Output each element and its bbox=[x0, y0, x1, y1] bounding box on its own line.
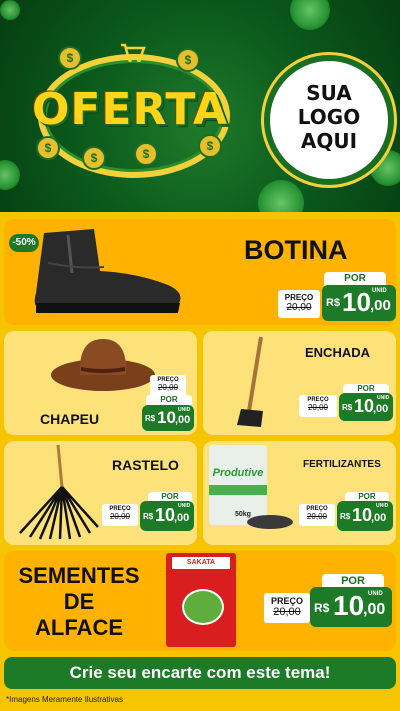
unit-label: UNID bbox=[377, 395, 390, 401]
old-price-box: PREÇO 20,00 bbox=[278, 290, 320, 318]
old-price-box: PREÇO 20,00 bbox=[299, 395, 337, 417]
product-name: ENCHADA bbox=[305, 345, 370, 360]
logo-text-line: SUA bbox=[306, 81, 352, 105]
price-decimal: ,00 bbox=[373, 403, 389, 415]
unit-label: UNID bbox=[372, 288, 387, 294]
price-integer: 10 bbox=[342, 287, 371, 317]
price-decimal: ,00 bbox=[363, 601, 386, 618]
old-price-box: PREÇO 20,00 bbox=[102, 504, 138, 526]
por-label: POR bbox=[146, 395, 192, 405]
old-price-box: PREÇO 20,00 bbox=[150, 375, 186, 397]
bag-brand: Produtive bbox=[212, 467, 264, 479]
shopping-cart-icon bbox=[121, 43, 146, 62]
seed-packet-image: SAKATA bbox=[166, 553, 236, 647]
preco-label: PREÇO bbox=[284, 293, 314, 302]
bokeh-light bbox=[290, 0, 330, 30]
hat-image bbox=[51, 339, 155, 391]
unit-label: UNID bbox=[376, 503, 389, 509]
flyer-page: $ $ $ $ $ $ OFERTA SUA LOGO AQUI BOTINA … bbox=[0, 0, 400, 711]
oferta-logo: $ $ $ $ $ $ OFERTA bbox=[10, 43, 250, 180]
boot-image bbox=[34, 229, 181, 313]
price-integer: 10 bbox=[157, 408, 176, 427]
fertilizer-bag-image: Produtive 50kg bbox=[209, 445, 267, 525]
discount-badge: -50% bbox=[9, 234, 39, 252]
price-decimal: ,00 bbox=[175, 414, 191, 426]
currency-symbol: R$ bbox=[143, 512, 154, 521]
old-price-box: PREÇO 20,00 bbox=[264, 593, 310, 623]
bag-weight: 50kg bbox=[235, 511, 251, 518]
product-card-fertilizantes: Produtive 50kg FERTILIZANTES POR R$ 10 ,… bbox=[203, 441, 396, 545]
price-box: R$ 10 ,00 UNID bbox=[310, 587, 392, 627]
product-card-enchada: ENCHADA POR R$ 10 ,00 UNID PREÇO 20,00 bbox=[203, 331, 396, 435]
product-card-rastelo: RASTELO POR R$ 10 ,00 UNID PREÇO 20,00 bbox=[4, 441, 197, 545]
currency-symbol: R$ bbox=[314, 601, 330, 615]
product-name: RASTELO bbox=[112, 457, 179, 473]
price-box: R$ 10 ,00 UNID bbox=[339, 393, 393, 421]
preco-label: PREÇO bbox=[270, 596, 303, 606]
price-decimal: ,00 bbox=[370, 297, 391, 314]
price-decimal: ,00 bbox=[371, 512, 387, 524]
product-name: FERTILIZANTES bbox=[303, 459, 381, 470]
oferta-title: OFERTA bbox=[31, 84, 229, 135]
currency-symbol: R$ bbox=[340, 512, 351, 521]
logo-placeholder: SUA LOGO AQUI bbox=[264, 55, 394, 185]
product-card-botina: BOTINA POR R$ 10 ,00 UNID PREÇO 20,00 bbox=[4, 219, 396, 325]
price-box: R$ 10 ,00 UNID bbox=[140, 501, 194, 531]
old-price: 20,00 bbox=[109, 512, 131, 521]
price-integer: 10 bbox=[352, 505, 373, 525]
dollar-coin-icon: $ bbox=[36, 136, 60, 160]
header-banner: $ $ $ $ $ $ OFERTA SUA LOGO AQUI bbox=[0, 0, 400, 212]
fertilizer-granules bbox=[247, 515, 293, 529]
old-price-box: PREÇO 20,00 bbox=[299, 504, 335, 526]
old-price: 20,00 bbox=[307, 403, 329, 412]
product-name-line: DE bbox=[63, 589, 95, 614]
unit-label: UNID bbox=[178, 503, 191, 509]
product-name-line: SEMENTES bbox=[18, 563, 140, 588]
old-price: 20,00 bbox=[286, 302, 312, 313]
product-name-line: ALFACE bbox=[35, 615, 123, 640]
logo-text-line: AQUI bbox=[300, 129, 358, 153]
old-price: 20,00 bbox=[306, 512, 328, 521]
price-integer: 10 bbox=[155, 505, 176, 525]
price-integer: 10 bbox=[354, 396, 375, 416]
old-price: 20,00 bbox=[157, 383, 179, 392]
price-decimal: ,00 bbox=[174, 512, 190, 524]
product-name: SEMENTES DE ALFACE bbox=[8, 563, 150, 641]
currency-symbol: R$ bbox=[326, 297, 341, 309]
dollar-coin-icon: $ bbox=[176, 48, 200, 72]
price-integer: 10 bbox=[333, 590, 365, 621]
product-card-chapeu: CHAPEU PREÇO 20,00 POR R$ 10 ,00 UNID bbox=[4, 331, 197, 435]
price-box: R$ 10 ,00 UNID bbox=[322, 285, 396, 321]
price-box: R$ 10 ,00 UNID bbox=[142, 405, 194, 431]
por-label: POR bbox=[324, 272, 386, 286]
dollar-coin-icon: $ bbox=[198, 134, 222, 158]
currency-symbol: R$ bbox=[145, 414, 156, 423]
bokeh-light bbox=[258, 180, 304, 212]
lettuce-icon bbox=[182, 589, 224, 625]
currency-symbol: R$ bbox=[342, 403, 353, 412]
rake-image bbox=[19, 444, 99, 540]
unit-label: UNID bbox=[368, 591, 383, 597]
logo-text-line: LOGO bbox=[297, 105, 361, 129]
bag-stripe bbox=[209, 485, 267, 495]
dollar-coin-icon: $ bbox=[134, 142, 158, 166]
por-label: POR bbox=[322, 574, 384, 588]
dollar-coin-icon: $ bbox=[82, 146, 106, 170]
product-name: CHAPEU bbox=[40, 411, 100, 427]
dollar-coin-icon: $ bbox=[58, 46, 82, 70]
packet-brand: SAKATA bbox=[172, 557, 230, 569]
old-price: 20,00 bbox=[273, 606, 301, 618]
product-name: BOTINA bbox=[244, 235, 348, 265]
product-card-sementes: SEMENTES DE ALFACE SAKATA POR R$ 10 ,00 … bbox=[4, 551, 396, 651]
hoe-image bbox=[237, 336, 263, 427]
disclaimer-text: *Imagens Meramente Ilustrativas bbox=[6, 695, 123, 704]
cta-banner[interactable]: Crie seu encarte com este tema! bbox=[4, 657, 396, 689]
bokeh-light bbox=[0, 0, 20, 20]
price-box: R$ 10 ,00 UNID bbox=[337, 501, 393, 531]
unit-label: UNID bbox=[178, 407, 191, 413]
